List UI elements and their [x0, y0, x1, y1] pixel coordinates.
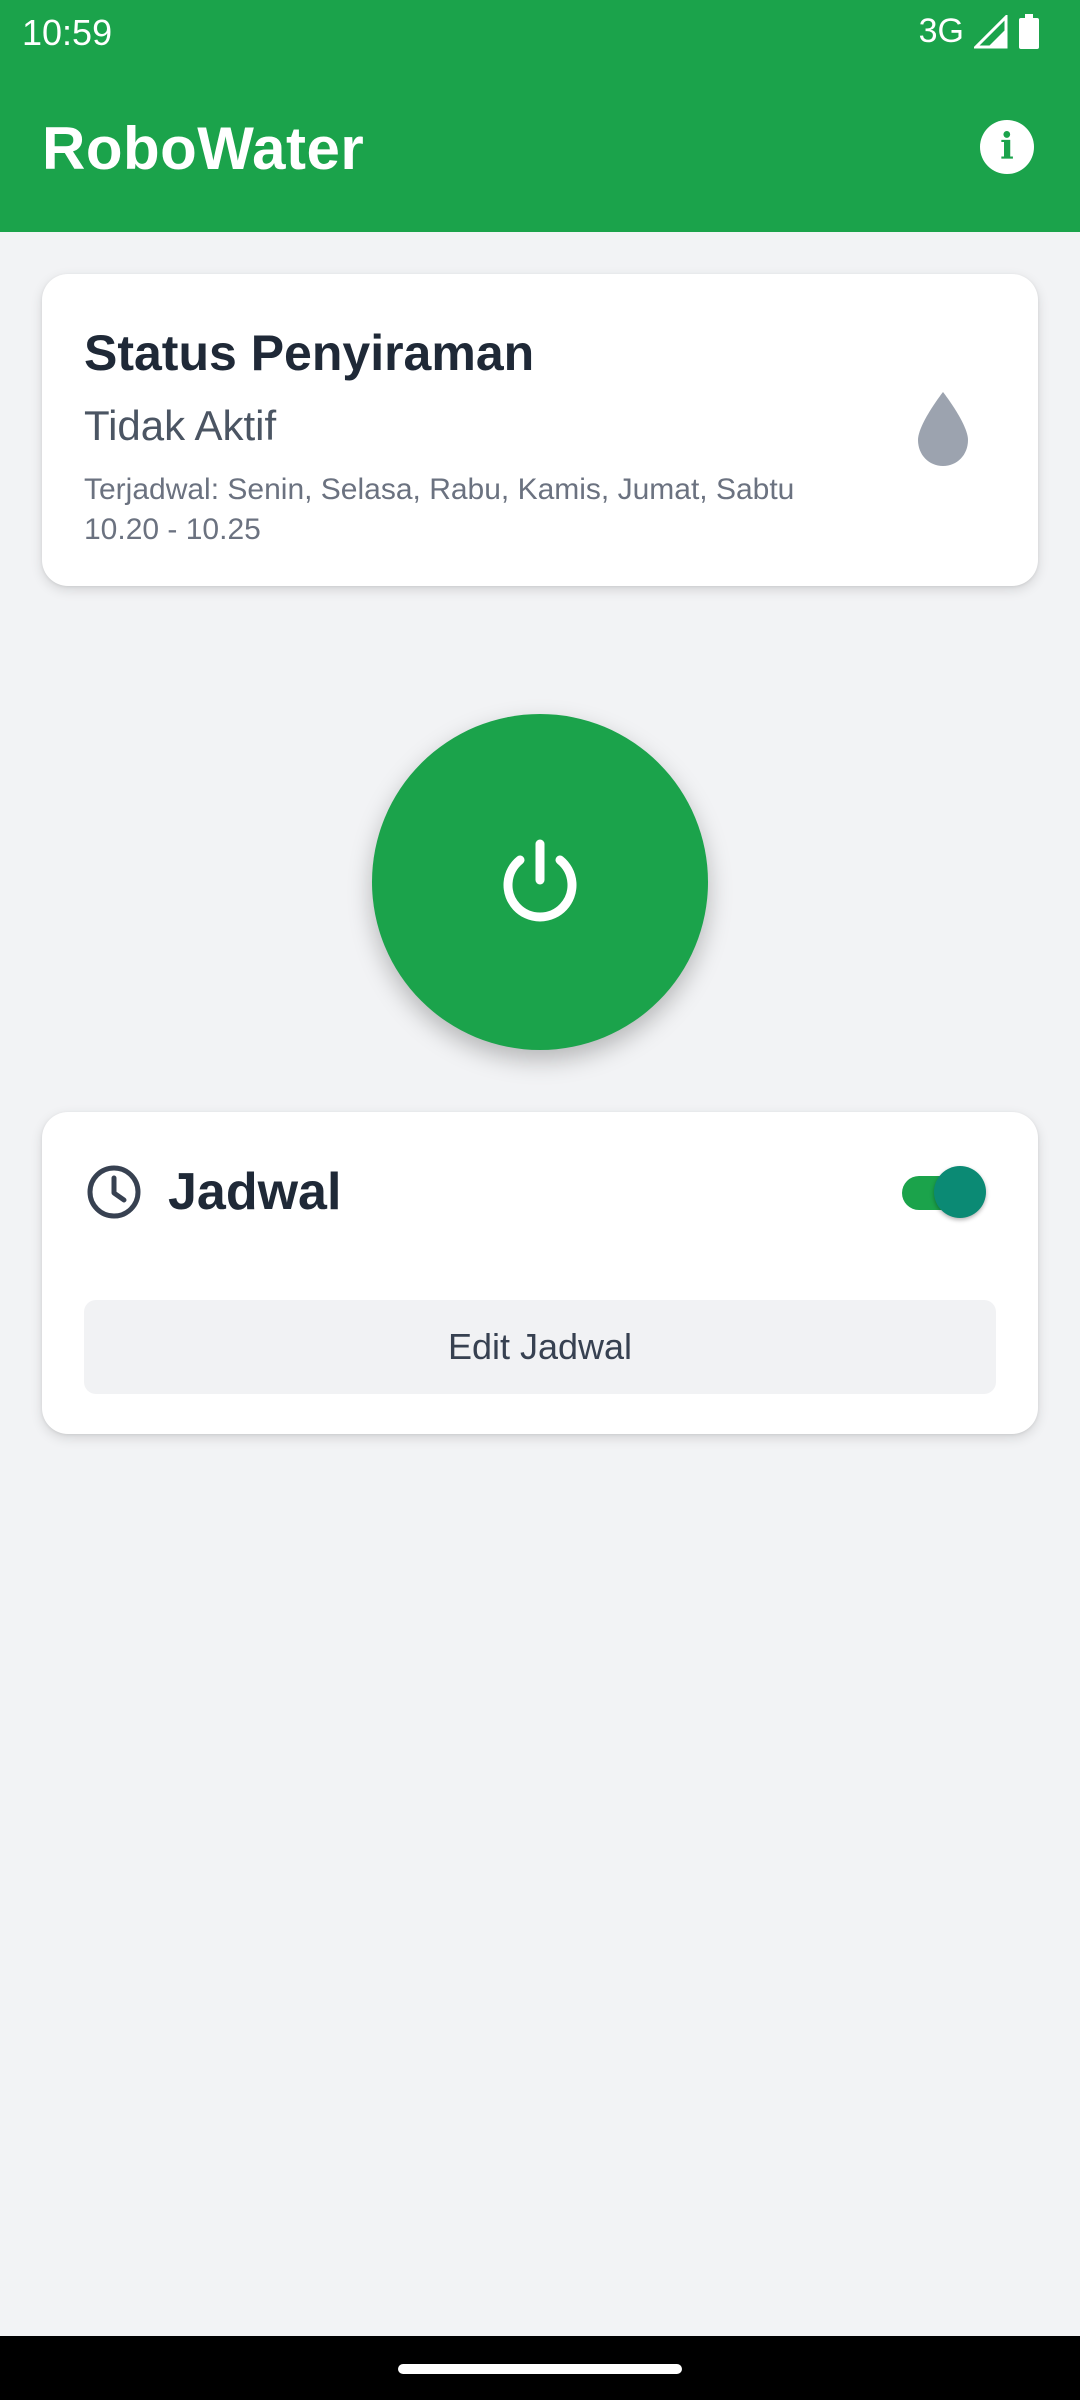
clock-icon	[87, 1165, 141, 1219]
app-bar: RoboWater i	[0, 64, 1080, 232]
schedule-toggle[interactable]	[902, 1166, 986, 1218]
status-time: 10:59	[22, 12, 113, 53]
schedule-time: 10.20 - 10.25	[84, 513, 261, 546]
status-bar: 10:59 3G	[0, 0, 1080, 64]
edit-schedule-button[interactable]: Edit Jadwal	[84, 1300, 996, 1394]
water-drop-icon	[918, 392, 968, 466]
navigation-bar	[0, 2336, 1080, 2400]
schedule-card: Jadwal Edit Jadwal	[42, 1112, 1038, 1434]
toggle-thumb	[934, 1166, 986, 1218]
status-state: Tidak Aktif	[84, 402, 277, 449]
power-icon	[503, 839, 577, 922]
status-icons: 3G	[919, 12, 1040, 51]
info-icon[interactable]: i	[980, 120, 1034, 174]
battery-icon	[1019, 13, 1039, 49]
status-schedule: Terjadwal: Senin, Selasa, Rabu, Kamis, J…	[84, 470, 904, 550]
schedule-title: Jadwal	[168, 1163, 342, 1221]
status-card: Status Penyiraman Tidak Aktif Terjadwal:…	[42, 274, 1038, 586]
power-button[interactable]	[372, 714, 708, 1050]
status-title: Status Penyiraman	[84, 325, 535, 381]
schedule-days: Terjadwal: Senin, Selasa, Rabu, Kamis, J…	[84, 473, 795, 506]
signal-icon	[974, 14, 1008, 48]
home-gesture-handle[interactable]	[398, 2364, 682, 2374]
network-type: 3G	[918, 12, 964, 50]
app-title: RoboWater	[42, 115, 365, 182]
